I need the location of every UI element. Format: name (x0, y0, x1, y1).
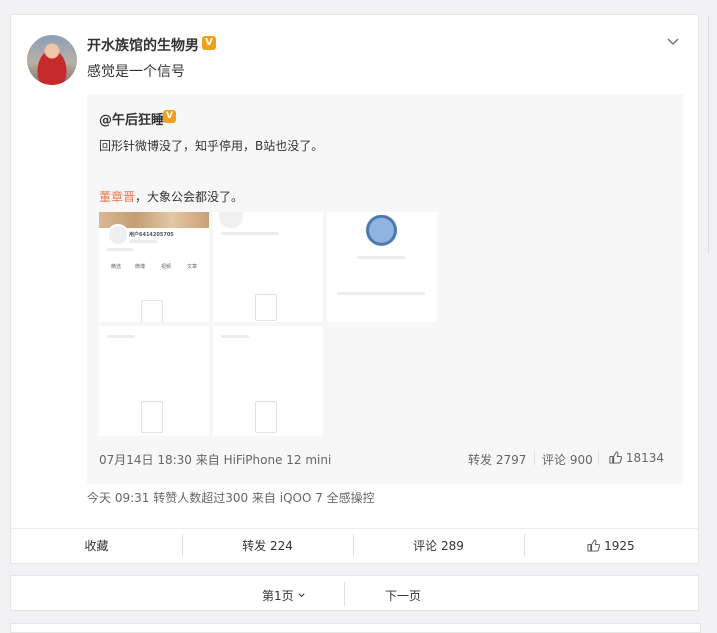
weibo-post-card: 开水族馆的生物男 V 感觉是一个信号 @午后狂睡 V 回形针微博没了，知乎停用，… (10, 14, 699, 564)
repost-block: @午后狂睡 V 回形针微博没了，知乎停用，B站也没了。 董章晋，大象公会都没了。… (87, 94, 683, 484)
image-thumbnail-1[interactable]: 用户6414205705 精选 微博 视频 文章 (99, 212, 209, 322)
empty-doc-icon (141, 300, 163, 322)
placeholder-line (221, 232, 279, 235)
forward-button[interactable]: 转发 224 (182, 536, 353, 556)
post-author[interactable]: 开水族馆的生物男 (87, 35, 199, 55)
mascot-image (364, 215, 399, 249)
profile-username: 用户6414205705 (129, 232, 174, 238)
placeholder-line (337, 292, 425, 295)
original-author[interactable]: @午后狂睡 (99, 109, 164, 128)
like-button[interactable]: 1925 (524, 536, 698, 556)
placeholder-line (107, 248, 133, 251)
image-thumbnail-3[interactable] (327, 212, 437, 322)
original-forward-button[interactable]: 转发 2797 (468, 451, 526, 468)
separator (534, 451, 535, 465)
next-page-button[interactable]: 下一页 (385, 587, 421, 604)
verified-icon: V (202, 36, 216, 50)
page-select[interactable]: 第1页 (262, 587, 306, 604)
original-like-count: 18134 (625, 451, 665, 465)
profile-tab: 微博 (135, 264, 146, 270)
empty-doc-icon (255, 401, 277, 433)
post-meta: 今天 09:31 转赞人数超过300 来自 iQOO 7 全感操控 (87, 491, 375, 505)
like-count: 1925 (604, 539, 635, 553)
original-comment-button[interactable]: 评论 900 (542, 451, 593, 468)
placeholder-line (357, 256, 405, 259)
thumbs-up-icon (587, 539, 604, 553)
avatar[interactable] (27, 35, 77, 85)
mention-link[interactable]: 董章晋 (99, 190, 135, 204)
pagination: 第1页 下一页 (10, 575, 699, 611)
placeholder-line (221, 335, 249, 338)
current-page-label: 第1页 (262, 589, 294, 603)
original-text-line1: 回形针微博没了，知乎停用，B站也没了。 (99, 139, 324, 153)
comment-button[interactable]: 评论 289 (353, 536, 524, 556)
next-card-edge (10, 623, 701, 633)
image-thumbnail-5[interactable] (213, 326, 323, 436)
chevron-down-icon[interactable] (666, 35, 680, 49)
separator (598, 451, 599, 465)
separator (344, 582, 345, 606)
original-text-line2-rest: ，大象公会都没了。 (135, 190, 244, 204)
verified-icon: V (163, 110, 176, 123)
profile-avatar-placeholder (107, 224, 129, 246)
scroll-track (708, 16, 709, 254)
placeholder-line (107, 335, 135, 338)
original-text-line2: 董章晋，大象公会都没了。 (99, 188, 243, 205)
empty-doc-icon (141, 401, 163, 433)
placeholder-line (129, 240, 157, 243)
favorite-button[interactable]: 收藏 (11, 536, 182, 556)
image-thumbnail-4[interactable] (99, 326, 209, 436)
chevron-down-icon (297, 589, 306, 603)
original-time-source[interactable]: 07月14日 18:30 来自 HiFiPhone 12 mini (99, 451, 331, 468)
profile-tab: 精选 (111, 264, 122, 270)
thumbs-up-icon (609, 451, 626, 465)
original-like-button[interactable]: 18134 (609, 451, 664, 465)
profile-avatar-placeholder (219, 212, 243, 228)
empty-doc-icon (255, 294, 277, 321)
divider (11, 528, 698, 529)
post-text: 感觉是一个信号 (87, 64, 185, 80)
profile-tab: 视频 (161, 264, 172, 270)
profile-tab: 文章 (187, 264, 198, 270)
image-thumbnail-2[interactable] (213, 212, 323, 322)
